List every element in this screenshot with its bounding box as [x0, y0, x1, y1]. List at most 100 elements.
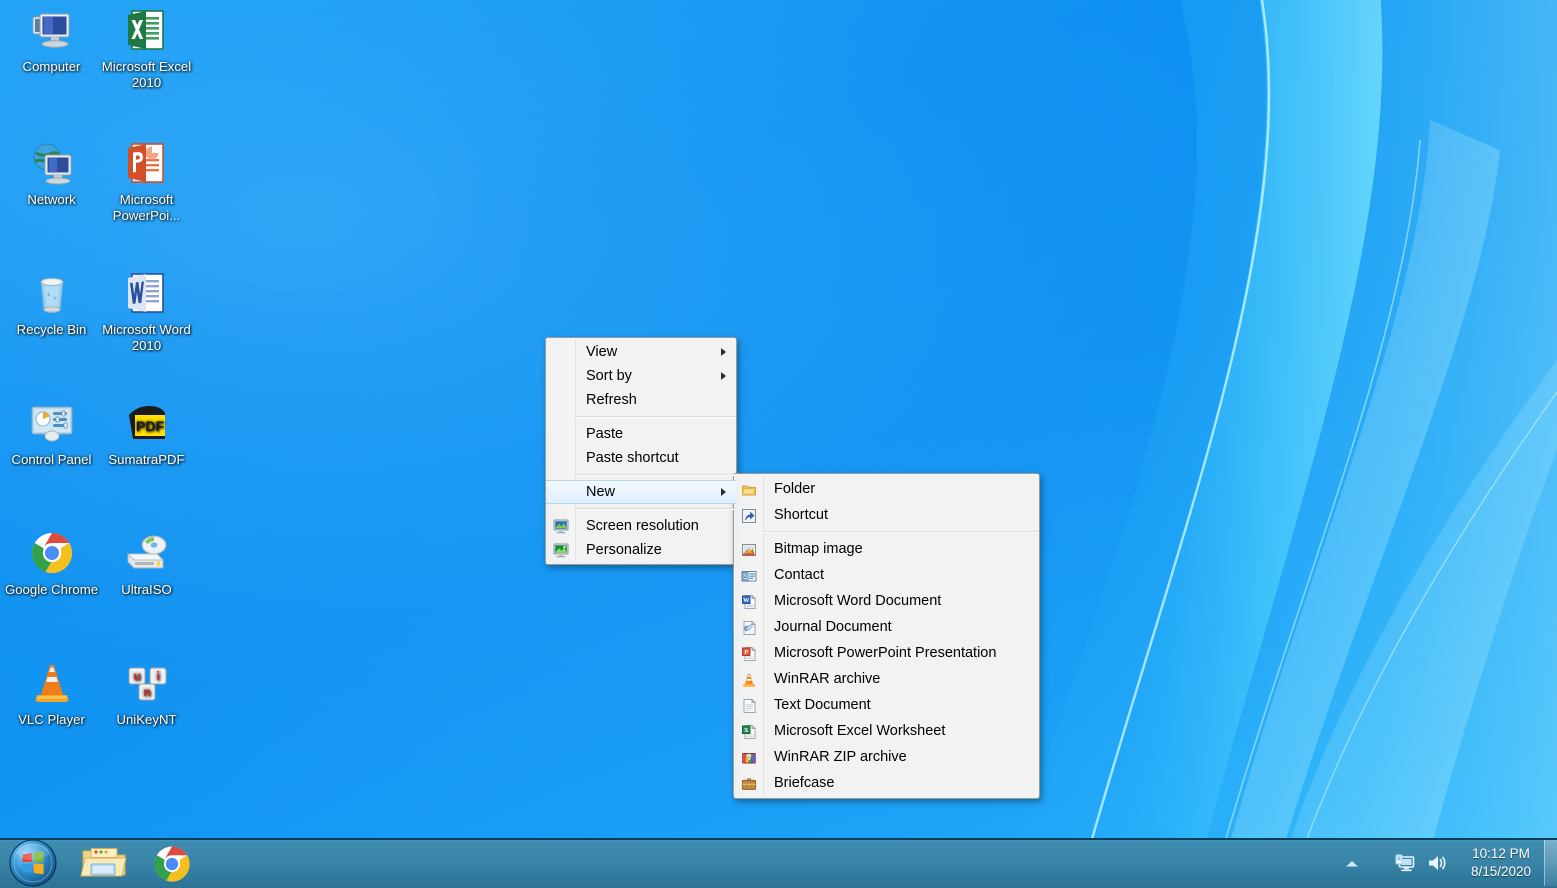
show-hidden-icons-button[interactable]	[1342, 857, 1362, 871]
chevron-up-icon	[1346, 861, 1358, 867]
submenu-item-excel-worksheet[interactable]: X Microsoft Excel Worksheet	[734, 718, 1039, 744]
bitmap-image-icon	[741, 541, 757, 557]
start-button[interactable]	[9, 839, 57, 887]
context-menu-item-sort-by[interactable]: Sort by	[546, 364, 736, 388]
submenu-item-shortcut[interactable]: Shortcut	[734, 502, 1039, 528]
submenu-label: WinRAR ZIP archive	[774, 749, 907, 765]
volume-tray-button[interactable]	[1426, 852, 1448, 874]
context-menu-label: View	[586, 344, 618, 360]
desktop-icon-unikeynt[interactable]: u i n UniKeyNT	[99, 659, 194, 728]
submenu-item-folder[interactable]: Folder	[734, 476, 1039, 502]
submenu-item-word-document[interactable]: W Microsoft Word Document	[734, 588, 1039, 614]
desktop-icon-sumatrapdf[interactable]: PDF SumatraPDF	[99, 399, 194, 468]
context-menu-separator	[575, 508, 736, 510]
folder-icon	[741, 481, 757, 497]
context-menu-item-refresh[interactable]: Refresh	[546, 388, 736, 412]
winrar-zip-icon	[741, 749, 757, 765]
taskbar-google-chrome[interactable]	[152, 844, 192, 884]
desktop-icon-label: Network	[27, 192, 76, 207]
desktop-icon-label: Google Chrome	[4, 582, 99, 597]
context-menu-label: Paste	[586, 426, 624, 442]
taskbar[interactable]: 10:12 PM 8/15/2020	[0, 838, 1557, 888]
desktop-icon-computer[interactable]: Computer	[4, 6, 99, 75]
context-menu-item-view[interactable]: View	[546, 340, 736, 364]
pdf-icon: PDF	[123, 399, 171, 447]
word-icon	[123, 269, 171, 317]
submenu-item-bitmap-image[interactable]: Bitmap image	[734, 536, 1039, 562]
context-menu-item-personalize[interactable]: Personalize	[546, 538, 736, 562]
context-menu-label: Screen resolution	[586, 518, 699, 534]
desktop[interactable]: Computer Microsoft Excel 2010 Network Mi…	[0, 0, 1557, 888]
submenu-item-contact[interactable]: 2 Contact	[734, 562, 1039, 588]
desktop-icon-control-panel[interactable]: Control Panel	[4, 399, 99, 468]
desktop-icon-label: Microsoft PowerPoi...	[112, 192, 181, 223]
control-panel-icon	[28, 399, 76, 447]
submenu-item-text-document[interactable]: Text Document	[734, 692, 1039, 718]
clock-time: 10:12 PM	[1472, 846, 1530, 861]
context-menu-item-screen-resolution[interactable]: Screen resolution	[546, 514, 736, 538]
desktop-icon-word[interactable]: Microsoft Word 2010	[99, 269, 194, 354]
desktop-context-menu[interactable]: View Sort by Refresh Paste Paste shortcu…	[545, 337, 737, 565]
unikey-keys-icon: u i n	[123, 659, 171, 707]
context-menu-label: Refresh	[586, 392, 637, 408]
excel-icon	[123, 6, 171, 54]
context-menu-separator	[575, 416, 736, 418]
vlc-cone-icon	[28, 659, 76, 707]
desktop-icon-label: Control Panel	[11, 452, 92, 467]
desktop-icon-label: UniKeyNT	[116, 712, 177, 727]
desktop-icon-ultraiso[interactable]: UltraISO	[99, 529, 194, 598]
desktop-icon-label: UltraISO	[121, 582, 172, 597]
desktop-icon-label: Microsoft Excel 2010	[101, 59, 192, 90]
desktop-icon-recycle-bin[interactable]: Recycle Bin	[4, 269, 99, 338]
network-icon	[28, 139, 76, 187]
desktop-icon-vlc[interactable]: VLC Player	[4, 659, 99, 728]
submenu-item-briefcase[interactable]: Briefcase	[734, 770, 1039, 796]
chevron-right-icon	[721, 372, 726, 380]
submenu-item-journal-document[interactable]: Journal Document	[734, 614, 1039, 640]
volume-tray-icon	[1429, 856, 1446, 870]
context-menu-item-paste[interactable]: Paste	[546, 422, 736, 446]
submenu-label: WinRAR archive	[774, 671, 881, 687]
chevron-right-icon	[721, 348, 726, 356]
winrar-archive-icon	[741, 671, 757, 687]
desktop-icon-label: VLC Player	[18, 712, 85, 727]
context-menu-separator	[575, 474, 736, 476]
contact-icon: 2	[741, 567, 757, 583]
taskbar-top-border	[0, 838, 1557, 840]
svg-text:PDF: PDF	[136, 418, 164, 434]
desktop-icon-powerpoint[interactable]: Microsoft PowerPoi...	[99, 139, 194, 224]
submenu-label: Microsoft Excel Worksheet	[774, 723, 946, 739]
submenu-item-winrar-archive[interactable]: WinRAR archive	[734, 666, 1039, 692]
word-doc-icon: W	[741, 593, 757, 609]
network-tray-button[interactable]	[1394, 852, 1416, 874]
submenu-separator	[763, 531, 1039, 533]
submenu-label: Journal Document	[774, 619, 892, 635]
svg-text:W: W	[743, 597, 750, 604]
context-menu-item-new[interactable]: New	[546, 480, 736, 504]
clock-date: 8/15/2020	[1470, 864, 1532, 879]
submenu-label: Briefcase	[774, 775, 835, 791]
journal-doc-icon	[741, 619, 757, 635]
submenu-item-powerpoint-presentation[interactable]: P Microsoft PowerPoint Presentation	[734, 640, 1039, 666]
taskbar-windows-explorer[interactable]	[80, 845, 128, 881]
excel-doc-icon: X	[741, 723, 757, 739]
powerpoint-doc-icon: P	[741, 645, 757, 661]
disc-drive-icon	[123, 529, 171, 577]
show-desktop-button[interactable]	[1544, 840, 1557, 886]
desktop-icon-chrome[interactable]: Google Chrome	[4, 529, 99, 598]
powerpoint-icon	[123, 139, 171, 187]
desktop-icon-excel[interactable]: Microsoft Excel 2010	[99, 6, 194, 91]
desktop-icon-label: Recycle Bin	[16, 322, 87, 337]
context-menu-label: Paste shortcut	[586, 450, 679, 466]
briefcase-icon	[741, 775, 757, 791]
desktop-icon-label: SumatraPDF	[108, 452, 185, 467]
system-tray[interactable]: 10:12 PM 8/15/2020	[1342, 838, 1557, 888]
svg-text:P: P	[744, 649, 748, 656]
new-submenu[interactable]: Folder Shortcut Bitmap image 2 Contact W…	[733, 473, 1040, 799]
context-menu-label: New	[586, 484, 616, 500]
submenu-item-winrar-zip-archive[interactable]: WinRAR ZIP archive	[734, 744, 1039, 770]
context-menu-item-paste-shortcut[interactable]: Paste shortcut	[546, 446, 736, 470]
desktop-icon-label: Microsoft Word 2010	[102, 322, 191, 353]
desktop-icon-network[interactable]: Network	[4, 139, 99, 208]
taskbar-clock[interactable]: 10:12 PM 8/15/2020	[1460, 845, 1542, 881]
